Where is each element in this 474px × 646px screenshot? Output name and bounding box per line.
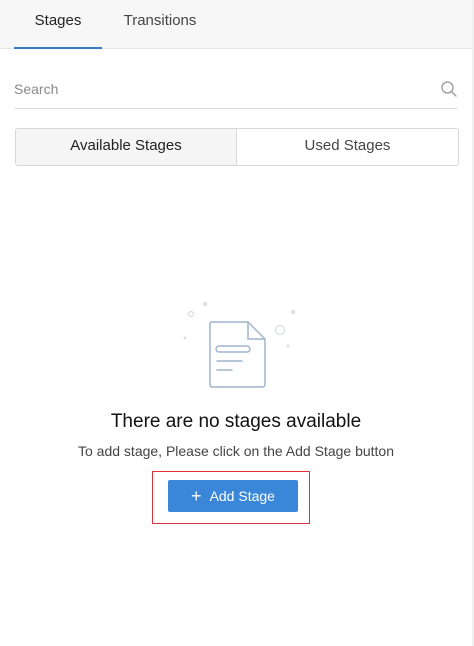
- search-input[interactable]: [14, 72, 424, 106]
- stage-filter-toggle: Available Stages Used Stages: [15, 128, 459, 166]
- add-stage-button[interactable]: + Add Stage: [168, 480, 298, 512]
- plus-icon: +: [191, 486, 202, 506]
- available-stages-button[interactable]: Available Stages: [16, 129, 237, 165]
- empty-state-subtitle: To add stage, Please click on the Add St…: [78, 443, 394, 459]
- tab-bar: Stages Transitions: [0, 0, 472, 49]
- tab-transitions[interactable]: Transitions: [112, 0, 208, 48]
- add-stage-label: Add Stage: [209, 488, 275, 504]
- tab-stages[interactable]: Stages: [14, 0, 102, 49]
- search-bar: [14, 72, 458, 109]
- document-icon: [183, 302, 295, 388]
- stages-panel: Stages Transitions Available Stages Used…: [0, 0, 472, 646]
- search-icon[interactable]: [440, 80, 458, 98]
- used-stages-button[interactable]: Used Stages: [237, 129, 458, 165]
- empty-state-title: There are no stages available: [110, 411, 362, 432]
